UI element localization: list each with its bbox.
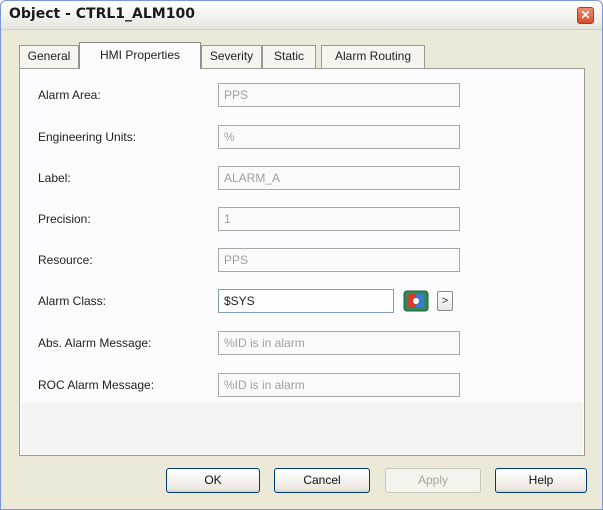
close-icon[interactable]: ✕	[577, 7, 594, 24]
hmi-properties-panel: Alarm Area: PPS Engineering Units: % Lab…	[19, 68, 585, 456]
engineering-units-label: Engineering Units:	[38, 130, 137, 144]
label-field[interactable]: ALARM_A	[218, 166, 460, 190]
resource-label: Resource:	[38, 253, 93, 267]
tab-static[interactable]: Static	[262, 45, 316, 68]
abs-alarm-message-field[interactable]: %ID is in alarm	[218, 331, 460, 355]
tab-severity[interactable]: Severity	[201, 45, 262, 68]
ok-button[interactable]: OK	[166, 468, 260, 493]
tab-alarm-routing[interactable]: Alarm Routing	[321, 45, 425, 68]
alarm-class-more-button[interactable]: >	[437, 291, 453, 311]
label-label: Label:	[38, 171, 71, 185]
help-button[interactable]: Help	[495, 468, 587, 493]
tab-hmi-properties[interactable]: HMI Properties	[79, 42, 201, 69]
dialog-window: Object - CTRL1_ALM100 ✕ General HMI Prop…	[0, 0, 603, 510]
window-title: Object - CTRL1_ALM100	[9, 6, 195, 22]
alarm-class-label: Alarm Class:	[38, 294, 107, 308]
tab-general[interactable]: General	[19, 45, 79, 68]
precision-field[interactable]: 1	[218, 207, 460, 231]
panel-empty-area	[21, 402, 583, 454]
title-bar[interactable]: Object - CTRL1_ALM100 ✕	[1, 1, 602, 30]
roc-alarm-message-label: ROC Alarm Message:	[38, 378, 155, 392]
cancel-button[interactable]: Cancel	[274, 468, 370, 493]
alarm-class-field[interactable]: $SYS	[218, 289, 394, 313]
alarm-class-browse-icon[interactable]	[402, 289, 430, 313]
apply-button[interactable]: Apply	[385, 468, 481, 493]
engineering-units-field[interactable]: %	[218, 125, 460, 149]
alarm-area-label: Alarm Area:	[38, 88, 101, 102]
roc-alarm-message-field[interactable]: %ID is in alarm	[218, 373, 460, 397]
alarm-area-field[interactable]: PPS	[218, 83, 460, 107]
precision-label: Precision:	[38, 212, 91, 226]
abs-alarm-message-label: Abs. Alarm Message:	[38, 336, 152, 350]
resource-field[interactable]: PPS	[218, 248, 460, 272]
